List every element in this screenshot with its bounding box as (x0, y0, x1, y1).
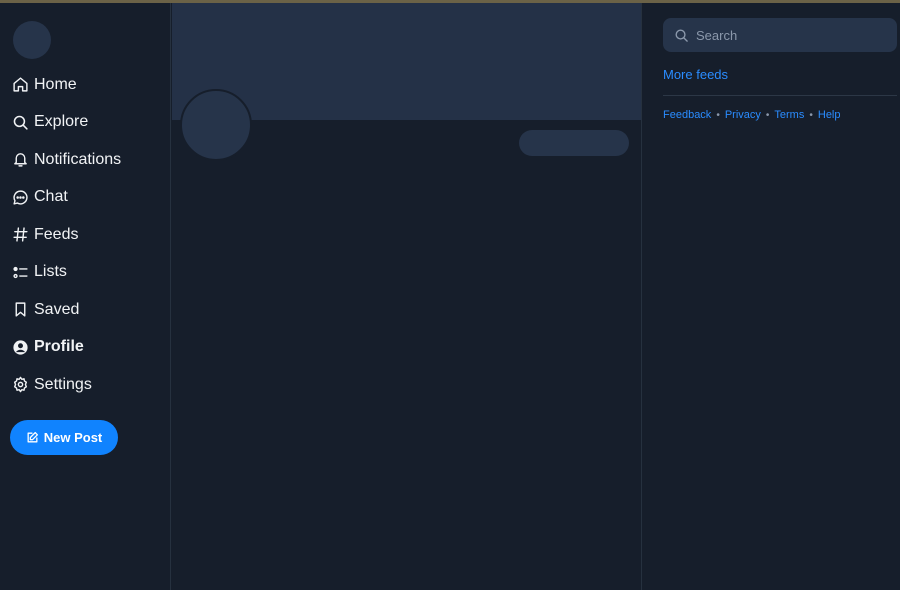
nav-item-saved[interactable]: Saved (0, 291, 171, 329)
left-sidebar: Home Explore Notifications Chat Feeds Li… (0, 3, 171, 590)
nav-item-profile[interactable]: Profile (0, 329, 171, 367)
nav-item-notifications[interactable]: Notifications (0, 141, 171, 179)
footer-links: Feedback • Privacy • Terms • Help (663, 109, 841, 121)
nav-label-home: Home (34, 75, 77, 93)
nav-item-settings[interactable]: Settings (0, 366, 171, 404)
separator-dot: • (765, 109, 770, 121)
home-icon (11, 76, 29, 94)
nav-label-profile: Profile (34, 338, 84, 356)
separator-dot: • (809, 109, 813, 121)
profile-avatar-placeholder (180, 89, 252, 161)
list-icon (11, 263, 29, 281)
divider (663, 95, 897, 96)
chat-icon (11, 188, 29, 206)
nav-item-feeds[interactable]: Feeds (0, 216, 171, 254)
nav-label-saved: Saved (34, 300, 80, 318)
nav-item-explore[interactable]: Explore (0, 104, 171, 142)
nav-item-home[interactable]: Home (0, 66, 171, 104)
nav-label-lists: Lists (34, 263, 67, 281)
nav-item-lists[interactable]: Lists (0, 254, 171, 292)
search-input[interactable] (696, 27, 886, 43)
feedback-link[interactable]: Feedback (663, 109, 711, 121)
hash-icon (11, 226, 29, 244)
main-nav: Home Explore Notifications Chat Feeds Li… (0, 66, 171, 404)
user-avatar[interactable] (13, 21, 51, 59)
new-post-button[interactable]: New Post (10, 420, 118, 455)
nav-label-chat: Chat (34, 188, 68, 206)
profile-action-placeholder (519, 130, 629, 156)
separator-dot: • (716, 109, 720, 121)
right-sidebar: More feeds Feedback • Privacy • Terms • … (643, 3, 900, 590)
search-icon (674, 28, 696, 43)
nav-label-notifications: Notifications (34, 150, 122, 168)
nav-label-explore: Explore (34, 113, 89, 131)
more-feeds-link[interactable]: More feeds (663, 67, 728, 82)
nav-label-feeds: Feeds (34, 225, 79, 243)
search-icon (11, 113, 29, 131)
new-post-label: New Post (43, 430, 103, 445)
gear-icon (11, 376, 29, 394)
help-link[interactable]: Help (818, 109, 841, 121)
bookmark-icon (11, 301, 29, 319)
nav-label-settings: Settings (34, 375, 92, 393)
terms-link[interactable]: Terms (774, 109, 804, 121)
user-circle-icon (11, 338, 29, 356)
privacy-link[interactable]: Privacy (725, 109, 761, 121)
edit-icon (26, 431, 39, 444)
main-column (172, 3, 642, 590)
bell-icon (11, 151, 29, 169)
search-box[interactable] (663, 18, 897, 52)
nav-item-chat[interactable]: Chat (0, 179, 171, 217)
